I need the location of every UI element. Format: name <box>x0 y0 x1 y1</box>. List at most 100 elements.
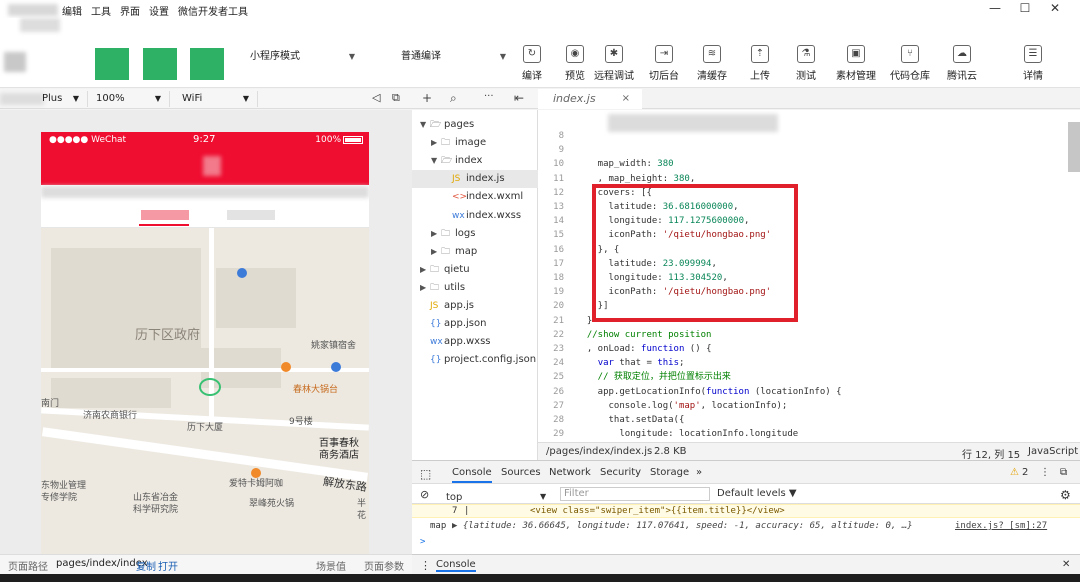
simulator-toggle-button[interactable] <box>95 48 129 80</box>
远程调试-button[interactable]: ✱ 远程调试 <box>589 45 639 82</box>
minimize-button[interactable]: — <box>980 0 1010 18</box>
切后台-button[interactable]: ⇥ 切后台 <box>639 45 689 82</box>
tree-item[interactable]: ▶ 🗀 logs <box>412 225 538 243</box>
copy-link[interactable]: 复制 <box>136 558 156 573</box>
chevron-icon: ▶ <box>431 138 438 148</box>
清缓存-button[interactable]: ≋ 清缓存 <box>687 45 737 82</box>
menu-item[interactable]: 设置 <box>149 3 169 18</box>
tree-item[interactable]: {} project.config.json <box>412 351 538 369</box>
more-icon[interactable]: ··· <box>484 91 494 102</box>
add-file-icon[interactable]: + <box>422 91 432 105</box>
上传-button[interactable]: ⇡ 上传 <box>735 45 785 82</box>
测试-button[interactable]: ⚗ 测试 <box>781 45 831 82</box>
editor-toggle-button[interactable] <box>143 48 177 80</box>
folder-icon: 🗁 <box>430 120 442 130</box>
code-text: that.setData({ <box>576 415 685 425</box>
腾讯云-button[interactable]: ☁ 腾讯云 <box>937 45 987 82</box>
branch-icon: ⑂ <box>901 45 919 63</box>
tree-item[interactable]: {} app.json <box>412 315 538 333</box>
tree-item[interactable]: ▼ 🗁 index <box>412 152 538 170</box>
详情-button[interactable]: ☰ 详情 <box>1008 45 1058 82</box>
scene-value-button[interactable]: 场景值 <box>316 558 346 573</box>
menu-item[interactable]: 界面 <box>120 3 140 18</box>
simulator-area: ●●●●● WeChat 9:27 100% 历下区政府 姚家镇宿舍 南门 济南… <box>0 110 412 554</box>
code-text: } <box>576 315 593 326</box>
tree-item[interactable]: ▶ 🗀 image <box>412 134 538 152</box>
tree-item[interactable]: ▶ 🗀 qietu <box>412 261 538 279</box>
素材管理-button[interactable]: ▣ 素材管理 <box>831 45 881 82</box>
tree-item[interactable]: ▶ 🗀 map <box>412 243 538 261</box>
close-icon[interactable]: × <box>622 89 630 109</box>
more-options-icon[interactable]: ⋮ <box>1040 467 1050 478</box>
tab-active[interactable] <box>141 210 189 220</box>
tab-storage[interactable]: Storage <box>650 467 689 478</box>
status-bar: ●●●●● WeChat 9:27 100% <box>41 132 369 185</box>
editor-scrollbar[interactable] <box>1068 122 1080 172</box>
collapse-icon[interactable]: ⇤ <box>514 91 524 105</box>
chevron-icon: ▶ <box>420 264 427 274</box>
clear-console-icon[interactable]: ⊘ <box>420 488 429 501</box>
popout-icon[interactable]: ⧉ <box>392 91 400 105</box>
device-select[interactable]: Plus ▼ <box>36 91 88 107</box>
zoom-select[interactable]: 100% ▼ <box>90 91 170 107</box>
tree-item[interactable]: ▶ 🗀 utils <box>412 279 538 297</box>
volume-icon[interactable]: ◁ <box>372 91 380 104</box>
compile-select[interactable]: 普通编译 ▼ <box>397 49 511 65</box>
tree-item[interactable]: JS app.js <box>412 297 538 315</box>
line-number: 23 <box>553 344 564 354</box>
language-mode[interactable]: JavaScript <box>1028 446 1078 457</box>
log-object[interactable]: ▶ {latitude: 36.66645, longitude: 117.07… <box>452 521 913 531</box>
toolbar-button-label: 测试 <box>796 71 816 82</box>
popout-icon[interactable]: ⧉ <box>1060 467 1067 478</box>
console-filter-input[interactable]: Filter <box>560 487 710 501</box>
file-icon: wx <box>430 337 443 348</box>
tree-item[interactable]: <>index.wxml <box>412 188 538 206</box>
map-view[interactable]: 历下区政府 姚家镇宿舍 南门 济南农商银行 历下大厦 春林大锅台 9号楼 百事春… <box>41 228 369 554</box>
tab-sources[interactable]: Sources <box>501 467 541 478</box>
menu-item[interactable]: 微信开发者工具 <box>178 3 248 18</box>
line-number: 28 <box>553 415 564 425</box>
close-drawer-icon[interactable]: ✕ <box>1062 559 1070 570</box>
gear-icon[interactable]: ⚙ <box>1060 488 1071 502</box>
menu-item[interactable]: 编辑 <box>62 3 82 18</box>
file-icon: <> <box>452 192 468 203</box>
open-link[interactable]: 打开 <box>158 558 178 573</box>
drawer-tab-console[interactable]: Console <box>436 559 476 572</box>
line-number: 21 <box>553 315 564 326</box>
close-window-button[interactable]: ✕ <box>1040 0 1070 18</box>
debugger-toggle-button[interactable] <box>190 48 224 80</box>
tree-item[interactable]: wxindex.wxss <box>412 207 538 225</box>
line-number: 19 <box>553 287 564 298</box>
eye-icon: ◉ <box>566 45 584 63</box>
blurred-region <box>20 18 60 32</box>
levels-select[interactable]: Default levels ▼ <box>717 488 797 499</box>
console-prompt-line[interactable]: > <box>412 536 1080 550</box>
tab-security[interactable]: Security <box>600 467 641 478</box>
switch-icon: ⇥ <box>655 45 673 63</box>
search-icon[interactable]: ⌕ <box>450 91 457 106</box>
menu-item[interactable]: 工具 <box>91 3 111 18</box>
tree-item[interactable]: ▼ 🗁 pages <box>412 116 538 134</box>
hotel-icon <box>331 362 341 372</box>
mode-select[interactable]: 小程序模式 ▼ <box>246 49 360 65</box>
network-select[interactable]: WiFi ▼ <box>176 91 258 107</box>
line-number: 9 <box>558 145 564 156</box>
log-source-link[interactable]: index.js? [sm]:27 <box>955 521 1047 531</box>
toolbar-button-label: 清缓存 <box>697 71 727 82</box>
filter-placeholder: Filter <box>564 488 589 499</box>
tab-inactive[interactable] <box>227 210 275 220</box>
tab-console[interactable]: Console <box>452 467 492 483</box>
tab-index-js[interactable]: index.js × <box>538 89 642 109</box>
folder-icon: 🗀 <box>441 138 451 149</box>
inspect-icon[interactable]: ⬚ <box>420 467 431 481</box>
page-params-button[interactable]: 页面参数 <box>364 558 404 573</box>
tab-network[interactable]: Network <box>549 467 591 478</box>
tab-more[interactable]: » <box>696 467 702 478</box>
cursor-position: 行 12, 列 15 <box>962 450 1021 461</box>
tree-item[interactable]: wxapp.wxss <box>412 333 538 351</box>
chevron-icon: ▼ <box>420 120 427 129</box>
代码仓库-button[interactable]: ⑂ 代码仓库 <box>885 45 935 82</box>
tree-item[interactable]: JS index.js <box>412 170 538 189</box>
drawer-menu-icon[interactable]: ⋮ <box>420 559 431 572</box>
maximize-button[interactable]: ☐ <box>1010 0 1040 18</box>
